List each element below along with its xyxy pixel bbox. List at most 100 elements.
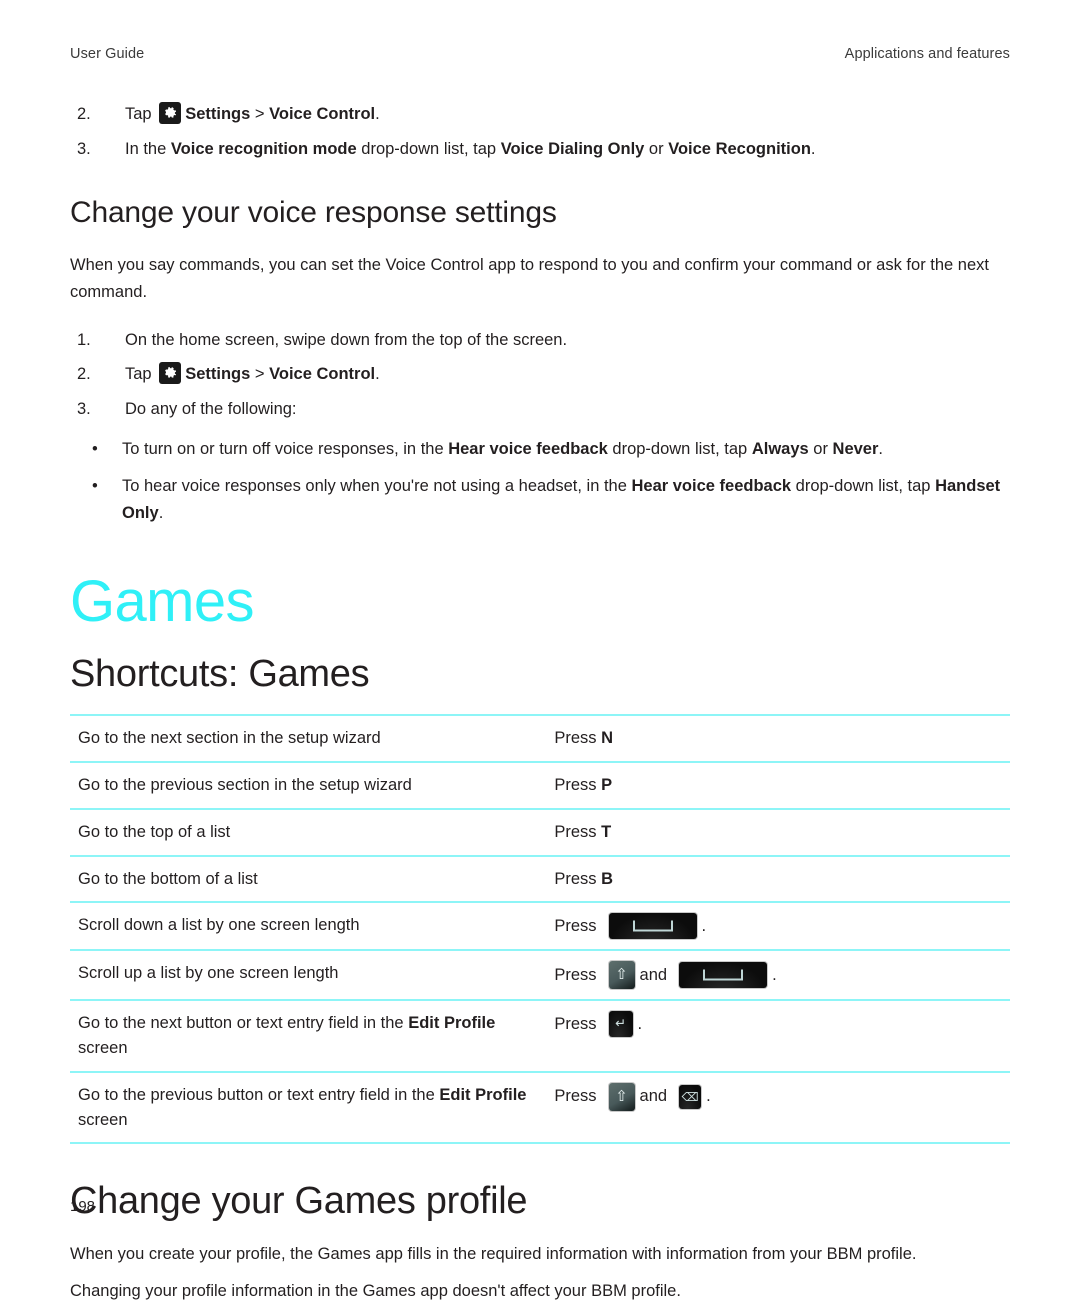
shortcut-action: Press T	[542, 809, 1010, 856]
settings-gear-icon	[159, 362, 182, 385]
shortcut-action: Press ⇧ and .	[542, 950, 1010, 1000]
step-bold-voice-recognition: Voice Recognition	[668, 139, 811, 158]
shift-key: ⇧	[608, 1082, 635, 1111]
running-header-left: User Guide	[70, 46, 145, 62]
step-text-part: drop-down list, tap	[356, 139, 501, 158]
step-number: 3.	[77, 399, 91, 418]
sentence-period: .	[706, 1087, 711, 1106]
top-steps-list: 2. Tap Settings > Voice Control. 3. In t…	[70, 102, 1010, 162]
shortcut-description: Scroll down a list by one screen length	[78, 916, 360, 935]
bullet-text-part: To hear voice responses only when you're…	[122, 476, 632, 495]
bullet-text-part: drop-down list, tap	[607, 440, 752, 459]
step-bold-voice-dialing-only: Voice Dialing Only	[500, 139, 645, 158]
shift-arrow-glyph: ⇧	[615, 965, 628, 984]
space-bar-glyph	[632, 920, 673, 932]
space-key	[679, 962, 768, 989]
step-text-post: .	[375, 365, 380, 384]
list-item: 1. On the home screen, swipe down from t…	[70, 328, 1010, 354]
sentence-period: .	[772, 965, 777, 984]
desc-bold-edit-profile: Edit Profile	[439, 1085, 527, 1104]
shortcut-key-letter: P	[601, 776, 613, 795]
step-text-post: .	[375, 105, 380, 123]
bullet-bold-hear-voice-feedback: Hear voice feedback	[448, 440, 608, 459]
list-item: • To hear voice responses only when you'…	[70, 473, 1010, 526]
shortcut-description: Scroll up a list by one screen length	[78, 964, 339, 983]
section-title-shortcuts-games: Shortcuts: Games	[70, 653, 370, 696]
step-bold-settings: Settings	[185, 365, 251, 384]
press-label: Press	[554, 1014, 597, 1033]
enter-arrow-glyph: ↵	[615, 1016, 626, 1032]
step-text-pre: Tap	[125, 105, 157, 123]
step-bold-settings: Settings	[185, 105, 251, 123]
shortcut-action: Press .	[542, 902, 1010, 950]
shortcut-key-letter: B	[601, 869, 614, 888]
document-page: User Guide Applications and features 2. …	[0, 0, 1080, 1300]
step-text-pre: Tap	[125, 365, 157, 384]
bullet-text-part: To turn on or turn off voice responses, …	[122, 440, 449, 459]
bullet-bold-always: Always	[751, 440, 809, 459]
profile-paragraph-2: Changing your profile information in the…	[70, 1282, 681, 1301]
running-header: User Guide Applications and features	[70, 46, 1010, 62]
step-bold-voice-control: Voice Control	[269, 365, 376, 384]
list-item: 2. Tap Settings > Voice Control.	[70, 362, 1010, 388]
shortcut-description: Go to the next button or text entry fiel…	[70, 1000, 542, 1072]
bullet-text-part: .	[878, 440, 883, 459]
page-number: 198	[70, 1198, 96, 1215]
running-header-right: Applications and features	[844, 46, 1010, 62]
page-title: Change your voice response settings	[70, 196, 557, 230]
bullet-marker: •	[92, 440, 98, 459]
page-content: 2. Tap Settings > Voice Control. 3. In t…	[70, 102, 1010, 1315]
step-text-part: or	[644, 139, 669, 158]
table-row: Scroll up a list by one screen length Pr…	[70, 950, 1010, 1000]
step-number: 3.	[77, 139, 91, 158]
shortcut-action: Press ↵ .	[542, 1000, 1010, 1072]
shortcuts-table: Go to the next section in the setup wiza…	[70, 714, 1010, 1144]
table-row: Go to the bottom of a list Press B	[70, 855, 1010, 903]
shortcut-description: Go to the next section in the setup wiza…	[78, 729, 381, 748]
step-number: 2.	[77, 105, 91, 123]
backspace-key: ⌫	[679, 1084, 702, 1109]
step-separator: >	[250, 365, 270, 384]
sentence-period: .	[701, 916, 707, 935]
voice-section-intro: When you say commands, you can set the V…	[70, 256, 989, 301]
bullet-text-part: drop-down list, tap	[791, 476, 936, 495]
chapter-title-games: Games	[70, 569, 255, 635]
voice-bullet-list: • To turn on or turn off voice responses…	[70, 436, 1010, 526]
step-bold-voice-control: Voice Control	[269, 105, 376, 123]
step-bold-voice-recognition-mode: Voice recognition mode	[170, 139, 357, 158]
press-label: Press	[554, 965, 597, 984]
enter-key: ↵	[608, 1011, 633, 1038]
profile-paragraph-1: When you create your profile, the Games …	[70, 1245, 917, 1264]
shortcut-description: Go to the bottom of a list	[78, 869, 258, 888]
sentence-period: .	[637, 1014, 643, 1033]
shortcut-key-letter: N	[601, 729, 614, 748]
press-label: Press	[554, 822, 597, 841]
bullet-bold-never: Never	[832, 440, 879, 459]
press-label: Press	[554, 1087, 597, 1106]
shortcut-action: Press B	[542, 856, 1010, 903]
step-text: Do any of the following:	[125, 399, 297, 418]
desc-text-part: screen	[78, 1110, 128, 1129]
step-text-part: .	[810, 139, 816, 158]
desc-text-part: Go to the previous button or text entry …	[78, 1085, 440, 1104]
table-row: Go to the previous button or text entry …	[70, 1071, 1010, 1144]
press-label: Press	[554, 916, 597, 935]
list-item: 3. Do any of the following:	[70, 397, 1010, 423]
table-row: Go to the previous section in the setup …	[70, 762, 1010, 809]
press-label: Press	[554, 869, 597, 888]
shortcut-action: Press ⇧ and ⌫ .	[542, 1072, 1010, 1144]
section-title-change-games-profile: Change your Games profile	[70, 1180, 528, 1223]
step-number: 2.	[77, 365, 91, 384]
voice-steps-list: 1. On the home screen, swipe down from t…	[70, 328, 1010, 423]
bullet-bold-hear-voice-feedback: Hear voice feedback	[631, 476, 792, 495]
list-item: • To turn on or turn off voice responses…	[70, 436, 1010, 463]
shortcut-action: Press P	[542, 762, 1010, 809]
desc-text-part: Go to the next button or text entry fiel…	[78, 1014, 409, 1033]
backspace-glyph: ⌫	[681, 1089, 699, 1104]
shift-key: ⇧	[608, 961, 635, 990]
bullet-marker: •	[92, 476, 98, 495]
and-label: and	[639, 1087, 668, 1106]
list-item: 2. Tap Settings > Voice Control.	[70, 102, 1010, 128]
table-row: Go to the next button or text entry fiel…	[70, 1000, 1010, 1072]
shortcut-description: Go to the top of a list	[78, 822, 231, 841]
